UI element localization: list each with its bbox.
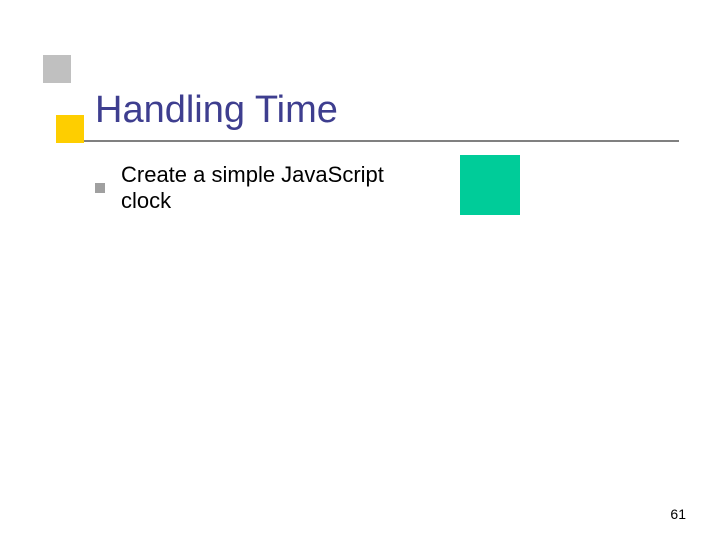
decorative-yellow-square bbox=[56, 115, 84, 143]
slide-title: Handling Time bbox=[95, 88, 338, 134]
decorative-gray-square bbox=[43, 55, 71, 83]
list-item: Create a simple JavaScript clock bbox=[95, 162, 435, 214]
page-number: 61 bbox=[670, 506, 686, 522]
title-underline bbox=[84, 140, 679, 142]
bullet-text: Create a simple JavaScript clock bbox=[121, 162, 435, 214]
bullet-icon bbox=[95, 183, 105, 193]
decorative-teal-square bbox=[460, 155, 520, 215]
bullet-list: Create a simple JavaScript clock bbox=[95, 162, 435, 214]
